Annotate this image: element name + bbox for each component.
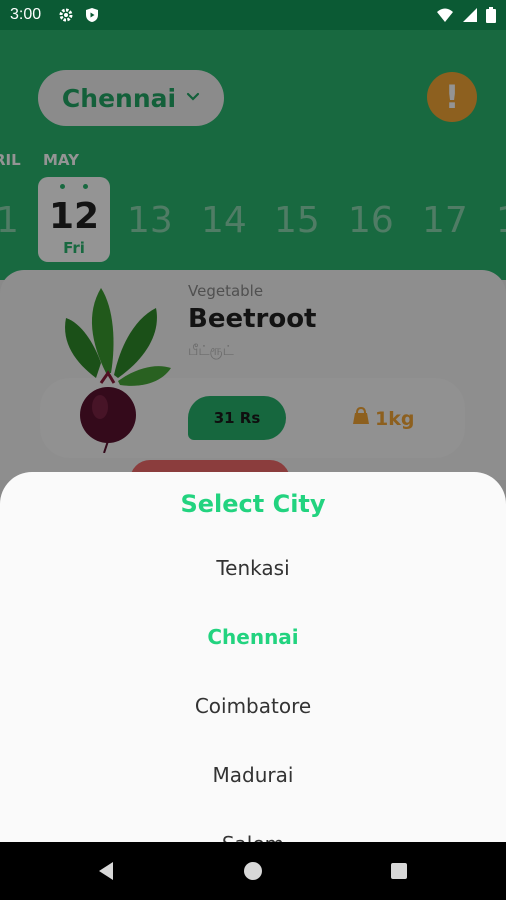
system-nav-bar: [0, 842, 506, 900]
city-option-salem[interactable]: Salem: [0, 832, 506, 842]
gear-icon: [58, 7, 74, 28]
play-protect-icon: [84, 7, 100, 28]
city-option-chennai[interactable]: Chennai: [0, 625, 506, 649]
signal-icon: [462, 7, 478, 28]
status-time: 3:00: [10, 6, 42, 23]
city-option-madurai[interactable]: Madurai: [0, 763, 506, 787]
recents-icon[interactable]: [369, 842, 429, 900]
home-icon[interactable]: [223, 842, 283, 900]
status-bar: 3:00: [0, 0, 506, 30]
select-city-sheet: Select City Tenkasi Chennai Coimbatore M…: [0, 472, 506, 842]
back-icon[interactable]: [76, 842, 136, 900]
sheet-title: Select City: [180, 490, 326, 518]
city-option-tenkasi[interactable]: Tenkasi: [0, 556, 506, 580]
wifi-icon: [436, 7, 454, 28]
battery-icon: [486, 7, 496, 28]
app-screen: 3:00 Chennai ! IL MAY 1 12 Fri 13 14 15 …: [0, 0, 506, 900]
city-option-coimbatore[interactable]: Coimbatore: [0, 694, 506, 718]
